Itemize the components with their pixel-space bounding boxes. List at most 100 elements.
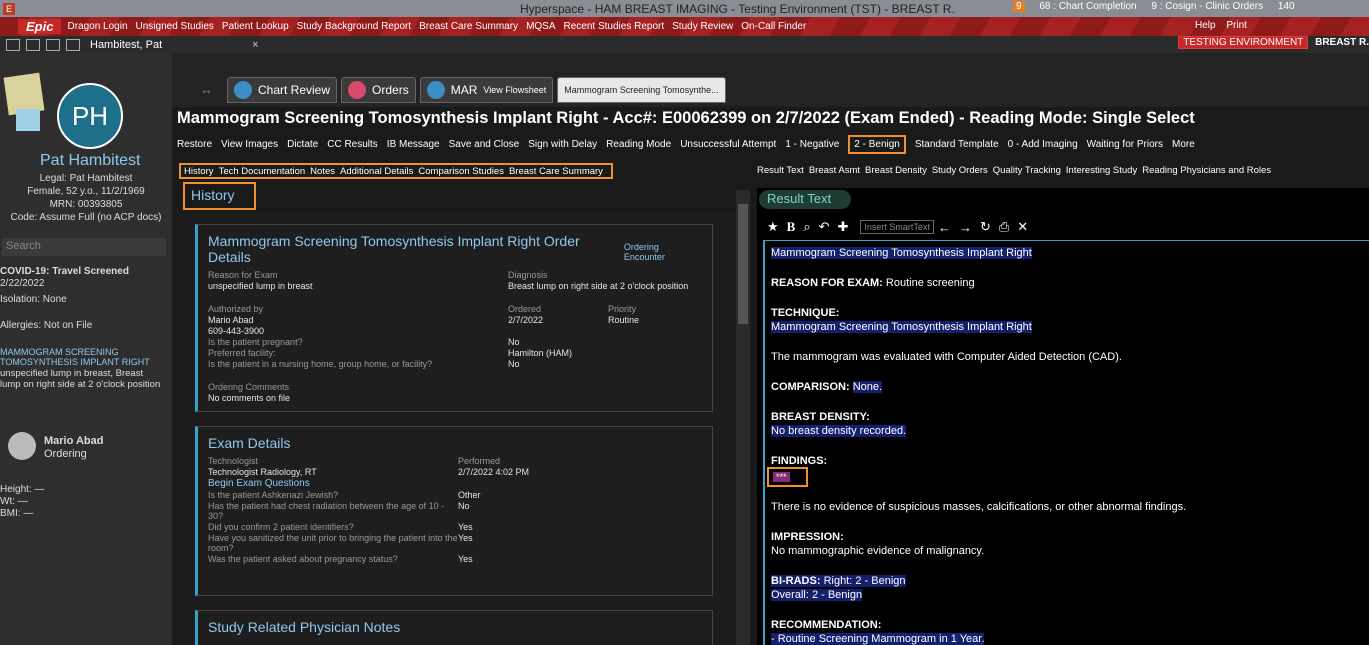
- cc-results-button[interactable]: CC Results: [327, 139, 378, 150]
- more-button[interactable]: More: [1172, 139, 1195, 150]
- field-label: Did you confirm 2 patient identifiers?: [208, 522, 354, 532]
- nav-breast-asmt[interactable]: Breast Asmt: [809, 165, 860, 176]
- nav-interesting-study[interactable]: Interesting Study: [1066, 165, 1137, 176]
- physician-notes-title[interactable]: Study Related Physician Notes: [208, 619, 702, 635]
- scrollbar-thumb[interactable]: [738, 204, 748, 324]
- epic-right-tools: Help Print: [1195, 20, 1255, 31]
- study-review-button[interactable]: Study Review: [672, 21, 733, 32]
- message-count[interactable]: 140: [1278, 1, 1295, 12]
- nav-additional-details[interactable]: Additional Details: [340, 166, 413, 177]
- breast-care-summary-button[interactable]: Breast Care Summary: [419, 21, 518, 32]
- patient-avatar[interactable]: PH: [57, 83, 123, 149]
- study-background-report-button[interactable]: Study Background Report: [297, 21, 412, 32]
- patient-legal-name: Legal: Pat Hambitest: [39, 173, 133, 184]
- chart-completion-link[interactable]: 68 : Chart Completion: [1039, 1, 1136, 12]
- patient-mrn: MRN: 00393805: [49, 199, 123, 210]
- provider-name[interactable]: Mario Abad: [44, 435, 104, 447]
- field-label: Diagnosis: [508, 270, 548, 280]
- patient-workspace-tab[interactable]: Hambitest, Pat: [90, 39, 162, 51]
- recent-studies-report-button[interactable]: Recent Studies Report: [564, 21, 665, 32]
- nav-notes[interactable]: Notes: [310, 166, 335, 177]
- tab-orders[interactable]: Orders: [341, 76, 416, 103]
- negative-button[interactable]: 1 - Negative: [785, 139, 839, 150]
- sign-with-delay-button[interactable]: Sign with Delay: [528, 139, 597, 150]
- benign-button[interactable]: 2 - Benign: [848, 134, 906, 154]
- print-button[interactable]: Print: [1226, 20, 1247, 31]
- birads-value: Right: 2 - Benign: [823, 575, 906, 587]
- workspace-tabbar: Hambitest, Pat × TESTING ENVIRONMENT BRE…: [0, 36, 1369, 53]
- current-user[interactable]: BREAST R.: [1315, 37, 1369, 48]
- tab-chart-review[interactable]: Chart Review: [227, 76, 338, 103]
- chat-icon[interactable]: [46, 38, 60, 51]
- recommendation-heading: RECOMMENDATION:: [771, 619, 882, 631]
- save-and-close-button[interactable]: Save and Close: [449, 139, 520, 150]
- home-icon[interactable]: [6, 38, 20, 51]
- patient-lookup-button[interactable]: Patient Lookup: [222, 21, 289, 32]
- tab-mar[interactable]: MAR View Flowsheet: [419, 76, 554, 103]
- refresh-icon[interactable]: ↻: [980, 219, 991, 235]
- unsuccessful-attempt-button[interactable]: Unsuccessful Attempt: [680, 139, 776, 150]
- birads-line: BI-RADS: Right: 2 - Benign: [771, 575, 906, 587]
- cosign-link[interactable]: 9 : Cosign - Clinic Orders: [1151, 1, 1263, 12]
- insert-smarttext-input[interactable]: Insert SmartText: [860, 220, 934, 234]
- bold-icon[interactable]: B: [787, 219, 796, 235]
- sidebar-search-input[interactable]: Search: [2, 238, 166, 256]
- star-icon[interactable]: ★: [767, 219, 779, 235]
- add-imaging-button[interactable]: 0 - Add Imaging: [1008, 139, 1078, 150]
- in-basket-badge[interactable]: 9: [1013, 1, 1025, 12]
- epic-menu-button[interactable]: Epic: [18, 19, 62, 34]
- covid-status[interactable]: COVID-19: Travel Screened: [0, 266, 129, 278]
- dragon-login-button[interactable]: Dragon Login: [67, 21, 127, 32]
- isolation-status[interactable]: Isolation: None: [0, 294, 67, 306]
- nav-quality-tracking[interactable]: Quality Tracking: [993, 165, 1061, 176]
- view-flowsheet-label[interactable]: View Flowsheet: [483, 85, 546, 95]
- field-value: Yes: [458, 554, 473, 564]
- find-icon[interactable]: ⌕: [803, 219, 810, 235]
- restore-button[interactable]: Restore: [177, 139, 212, 150]
- tab-label: Mammogram Screening Tomosynthe...: [564, 84, 719, 95]
- nav-result-text[interactable]: Result Text: [757, 165, 804, 176]
- nav-tech-documentation[interactable]: Tech Documentation: [219, 166, 306, 177]
- nav-comparison-studies[interactable]: Comparison Studies: [418, 166, 504, 177]
- patient-name[interactable]: Pat Hambitest: [40, 152, 140, 170]
- tab-mammogram-study[interactable]: Mammogram Screening Tomosynthe...: [557, 76, 726, 103]
- arrow-right-icon[interactable]: →: [959, 220, 972, 235]
- standard-template-button[interactable]: Standard Template: [915, 139, 999, 150]
- ordering-encounter-link[interactable]: Ordering Encounter: [624, 242, 702, 262]
- nav-breast-density[interactable]: Breast Density: [865, 165, 927, 176]
- unsigned-studies-button[interactable]: Unsigned Studies: [136, 21, 214, 32]
- help-button[interactable]: Help: [1195, 20, 1216, 31]
- ib-message-button[interactable]: IB Message: [387, 139, 440, 150]
- allergies-status[interactable]: Allergies: Not on File: [0, 320, 92, 332]
- history-scrollbar[interactable]: [736, 190, 750, 645]
- nav-reading-physicians[interactable]: Reading Physicians and Roles: [1142, 165, 1271, 176]
- delete-icon[interactable]: ✕: [1017, 219, 1028, 235]
- field-value: Yes: [458, 533, 473, 543]
- arrow-left-icon[interactable]: ←: [938, 220, 951, 235]
- layout-icon[interactable]: [26, 38, 40, 51]
- mqsa-button[interactable]: MQSA: [526, 21, 555, 32]
- recommendation-value: - Routine Screening Mammogram in 1 Year.: [771, 633, 985, 645]
- exam-questions-heading: Begin Exam Questions: [208, 478, 310, 489]
- reading-mode-button[interactable]: Reading Mode: [606, 139, 671, 150]
- nav-breast-care-summary[interactable]: Breast Care Summary: [509, 166, 603, 177]
- field-value: Other: [458, 490, 481, 500]
- findings-marker-box[interactable]: ***: [767, 467, 808, 487]
- on-call-finder-button[interactable]: On-Call Finder: [741, 21, 806, 32]
- order-title[interactable]: MAMMOGRAM SCREENING TOMOSYNTHESIS IMPLAN…: [0, 347, 164, 367]
- nav-history[interactable]: History: [184, 166, 214, 177]
- print-icon[interactable]: ⎙: [999, 219, 1009, 235]
- result-text-editor[interactable]: Mammogram Screening Tomosynthesis Implan…: [763, 240, 1369, 645]
- field-value: Breast lump on right side at 2 o'clock p…: [508, 281, 689, 291]
- view-images-button[interactable]: View Images: [221, 139, 278, 150]
- back-forward-icon[interactable]: ↔: [200, 82, 213, 97]
- close-tab-icon[interactable]: ×: [252, 39, 258, 51]
- add-icon[interactable]: ✚: [838, 219, 849, 235]
- dictate-button[interactable]: Dictate: [287, 139, 318, 150]
- patient-code-status[interactable]: Code: Assume Full (no ACP docs): [0, 212, 172, 223]
- split-icon[interactable]: [66, 38, 80, 51]
- wildcard-marker[interactable]: ***: [773, 472, 790, 482]
- nav-study-orders[interactable]: Study Orders: [932, 165, 988, 176]
- undo-icon[interactable]: ↶: [819, 219, 830, 235]
- waiting-for-priors-button[interactable]: Waiting for Priors: [1087, 139, 1163, 150]
